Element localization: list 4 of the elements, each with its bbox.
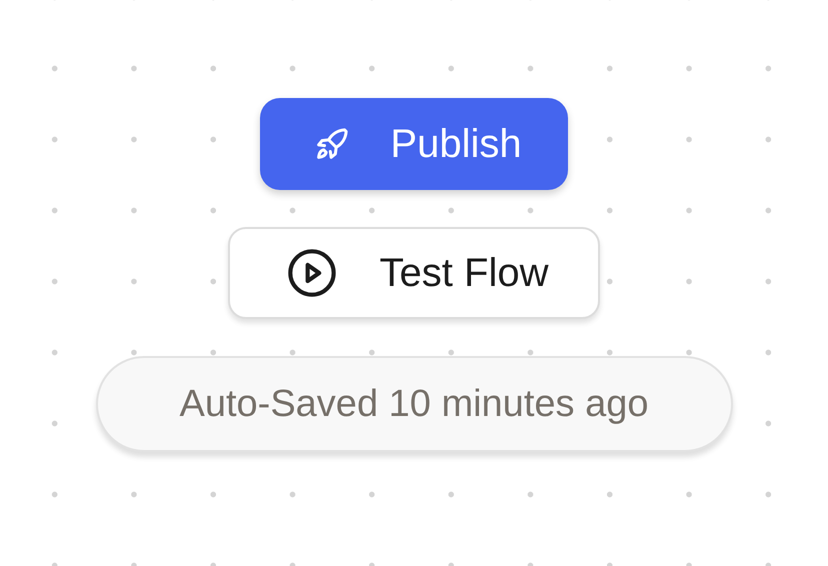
publish-button[interactable]: Publish: [260, 98, 568, 190]
test-flow-button[interactable]: Test Flow: [228, 227, 600, 319]
play-icon: [286, 247, 338, 299]
autosave-status: Auto-Saved 10 minutes ago: [96, 356, 732, 452]
